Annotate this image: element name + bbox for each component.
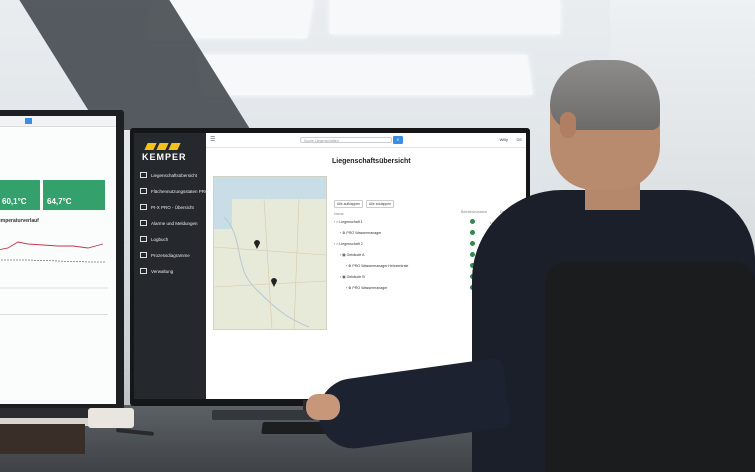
tile-value: 60,1°C — [2, 197, 27, 206]
left-monitor-screen: 60,1°C 64,7°C emperaturverlauf — [0, 116, 116, 404]
top-bar: ☰ Suche Liegenschaften ⌕ Willy DE — [206, 133, 526, 148]
tile-value: 64,7°C — [47, 197, 72, 206]
book-icon — [140, 236, 147, 242]
office-chair — [545, 262, 755, 472]
cup — [88, 408, 134, 428]
monitor-base — [212, 410, 322, 420]
logo-mark — [144, 143, 187, 150]
sidebar-item-diagrams[interactable]: Prozessdiagramme — [140, 252, 190, 258]
sidebar-item-areas[interactable]: Flächennutzungsstaten PRO — [140, 188, 209, 194]
sidebar-item-overview[interactable]: Liegenschaftsübersicht — [140, 172, 197, 178]
menu-icon[interactable]: ☰ — [210, 136, 215, 143]
map-view[interactable] — [213, 176, 327, 330]
row-label: PRO Wassermanager Heizzentrale — [352, 264, 409, 268]
col-status-header: Betriebszustand — [461, 210, 487, 214]
series-line — [0, 241, 104, 251]
temperature-chart — [0, 241, 108, 289]
sidebar-item-alarms[interactable]: Alarme und Meldungen — [140, 220, 198, 226]
expand-all-button[interactable]: Alle aufklappen — [334, 200, 364, 208]
sidebar-item-label: PI-X PRO - Übersicht — [151, 204, 194, 210]
sidebar: KEMPER Liegenschaftsübersicht Flächennut… — [134, 133, 209, 399]
status-indicator — [470, 241, 475, 246]
person-hand — [306, 394, 340, 420]
map-graphic — [214, 177, 326, 329]
row-label: Liegenschaft 1 — [339, 220, 363, 224]
sidebar-item-label: Prozessdiagramme — [151, 252, 190, 258]
chart-title: emperaturverlauf — [0, 218, 39, 224]
reference-line — [0, 259, 106, 263]
grid-icon — [140, 188, 147, 194]
chart-legend — [0, 314, 108, 339]
search-icon: ⌕ — [396, 137, 400, 143]
temperature-tile: 64,7°C — [43, 180, 105, 210]
sidebar-item-label: Liegenschaftsübersicht — [151, 172, 198, 178]
settings-icon — [140, 268, 147, 274]
tree-row[interactable]: › ⚙ PRO Wassermanager — [340, 231, 381, 235]
person-ear — [560, 112, 576, 138]
left-monitor: 60,1°C 64,7°C emperaturverlauf — [0, 110, 124, 410]
tree-row[interactable]: › ▦ Gebäude B — [340, 275, 365, 279]
row-label: Liegenschaft 2 — [339, 242, 363, 246]
search-button[interactable]: ⌕ — [393, 136, 403, 144]
status-indicator — [470, 219, 475, 224]
status-indicator — [470, 230, 475, 235]
logo-text: KEMPER — [142, 152, 187, 162]
language-select[interactable]: DE — [516, 137, 522, 142]
location-pin[interactable] — [271, 278, 277, 287]
sidebar-item-label: Verwaltung — [151, 268, 174, 274]
left-topbar — [0, 116, 116, 127]
sidebar-item-admin[interactable]: Verwaltung — [140, 268, 173, 274]
row-label: Gebäude A — [346, 253, 365, 257]
col-name-header: Name — [334, 212, 344, 216]
tree-row[interactable]: › ⚙ PRO Wassermanager — [346, 286, 387, 290]
books — [0, 424, 85, 454]
sidebar-item-label: Alarme und Meldungen — [151, 220, 198, 226]
tree-row[interactable]: › ⌂ Liegenschaft 2 — [334, 242, 363, 246]
sidebar-item-pix[interactable]: PI-X PRO - Übersicht — [140, 204, 194, 210]
row-label: Gebäude B — [346, 275, 365, 279]
row-label: PRO Wassermanager — [346, 231, 382, 235]
app-screen: KEMPER Liegenschaftsübersicht Flächennut… — [134, 133, 526, 399]
diagram-icon — [140, 252, 147, 258]
tree-row[interactable]: › ⚙ PRO Wassermanager Heizzentrale — [346, 264, 408, 268]
ceiling-light — [330, 0, 560, 34]
list-icon — [140, 204, 147, 210]
tree-row[interactable]: › ▦ Gebäude A — [340, 253, 365, 257]
search-input[interactable]: Suche Liegenschaften — [300, 137, 392, 143]
left-search-button[interactable] — [25, 118, 32, 124]
sea-area — [214, 199, 232, 229]
user-menu[interactable]: Willy — [500, 137, 508, 142]
building-icon — [140, 172, 147, 178]
ceiling-light — [197, 55, 533, 95]
sidebar-item-logbook[interactable]: Logbuch — [140, 236, 168, 242]
kemper-logo: KEMPER — [142, 143, 187, 162]
page-title: Liegenschaftsübersicht — [332, 158, 411, 165]
location-pin[interactable] — [254, 240, 260, 249]
sea-area — [214, 177, 326, 199]
collapse-all-button[interactable]: Alle zuklappen — [366, 200, 395, 208]
alert-icon — [140, 220, 147, 226]
sidebar-item-label: Logbuch — [151, 236, 169, 242]
sidebar-item-label: Flächennutzungsstaten PRO — [151, 188, 209, 194]
row-label: PRO Wassermanager — [352, 286, 388, 290]
temperature-tile: 60,1°C — [0, 180, 40, 210]
tree-row[interactable]: › ⌂ Liegenschaft 1 — [334, 220, 363, 224]
